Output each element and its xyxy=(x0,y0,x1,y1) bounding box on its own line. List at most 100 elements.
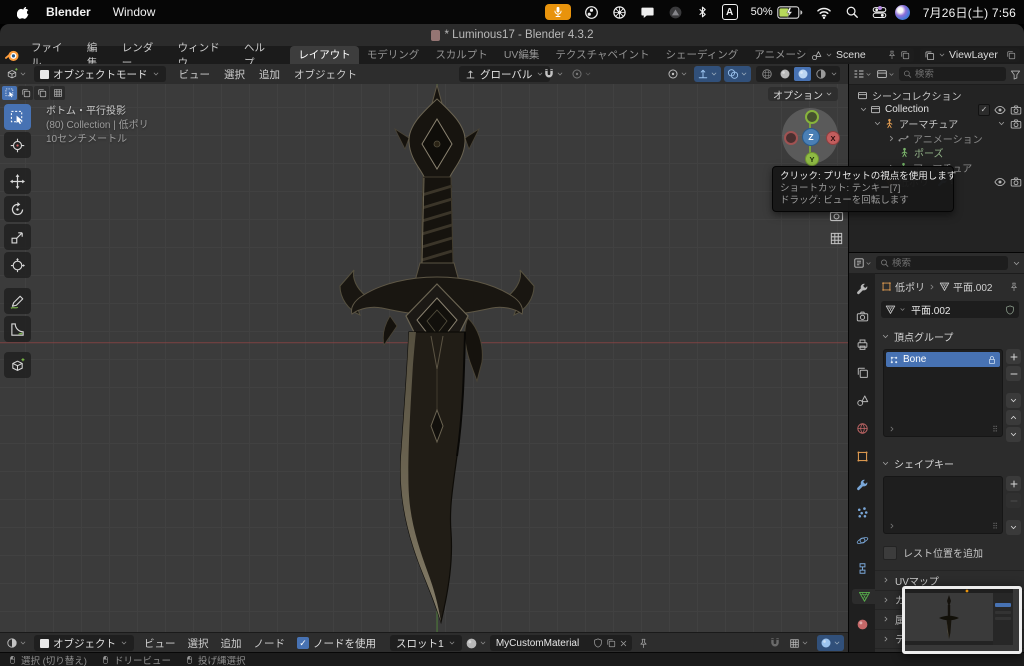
add-shape-key-button[interactable] xyxy=(1006,476,1021,491)
material-name-input[interactable] xyxy=(494,637,590,650)
blender-logo-icon[interactable] xyxy=(0,48,24,63)
overlay-dropdown[interactable] xyxy=(724,66,751,82)
mesh-name-input[interactable] xyxy=(909,303,997,316)
gizmo-axis-neg-y[interactable] xyxy=(805,110,819,124)
screen-share-preview[interactable] xyxy=(902,586,1022,654)
tab-object-properties[interactable] xyxy=(851,449,873,464)
tool-move[interactable] xyxy=(4,168,31,194)
3d-viewport[interactable]: ボトム・平行投影 (80) Collection | 低ポリ 10センチメートル… xyxy=(0,84,848,632)
wifi-icon[interactable] xyxy=(816,5,832,20)
shader-node-menu[interactable]: ノード xyxy=(248,636,292,651)
display-mode-dropdown[interactable] xyxy=(876,68,895,80)
list-grip-icon[interactable]: ⠿ xyxy=(992,522,998,531)
material-browse-dropdown[interactable] xyxy=(462,635,490,651)
tab-particle-properties[interactable] xyxy=(851,505,873,520)
remove-shape-key-button[interactable] xyxy=(1006,493,1021,508)
snap-dropdown[interactable] xyxy=(540,66,567,82)
tool-rotate[interactable] xyxy=(4,196,31,222)
render-visibility-icon[interactable] xyxy=(1010,176,1022,188)
tool-annotate[interactable] xyxy=(4,288,31,314)
vertex-groups-section-header[interactable]: 頂点グループ xyxy=(875,323,1024,347)
select-menu[interactable]: 選択 xyxy=(217,67,252,82)
menubar-clock[interactable]: 7月26日(土) 7:56 xyxy=(923,4,1016,21)
new-layer-icon[interactable] xyxy=(1006,50,1016,60)
tool-select-box[interactable] xyxy=(4,104,31,130)
bluetooth-icon[interactable] xyxy=(696,5,709,19)
chat-app-icon[interactable] xyxy=(640,5,655,20)
navigation-gizmo[interactable]: X Y Z xyxy=(782,108,838,164)
tab-data-properties[interactable] xyxy=(852,589,876,604)
outliner-row-pose[interactable]: ポーズ xyxy=(849,146,1024,160)
pivot-point-dropdown[interactable] xyxy=(664,66,691,82)
tab-viewlayer-properties[interactable] xyxy=(851,365,873,380)
tab-world-properties[interactable] xyxy=(851,421,873,436)
slot-dropdown[interactable]: スロット1 xyxy=(390,635,462,651)
shader-editor-dropdown[interactable] xyxy=(3,635,30,651)
eye-icon[interactable] xyxy=(994,104,1006,116)
chevron-down-icon[interactable] xyxy=(997,119,1006,128)
rest-position-checkbox[interactable] xyxy=(883,546,897,560)
battery-indicator[interactable]: 50% xyxy=(751,6,803,19)
pin-icon[interactable] xyxy=(887,50,897,60)
outliner-row-armature-object[interactable]: アーマチュア xyxy=(849,117,1024,131)
render-visibility-icon[interactable] xyxy=(1010,118,1022,130)
material-name-field[interactable] xyxy=(490,635,632,651)
shader-add-menu[interactable]: 追加 xyxy=(215,636,248,651)
tab-constraint-properties[interactable] xyxy=(851,561,873,576)
chevron-right-icon[interactable] xyxy=(887,134,896,143)
lock-icon[interactable] xyxy=(987,355,997,365)
chevron-right-icon[interactable] xyxy=(888,425,896,433)
shader-overlay-dropdown[interactable] xyxy=(817,635,844,651)
chevron-right-icon[interactable] xyxy=(888,522,896,530)
move-group-down-button[interactable] xyxy=(1006,427,1021,442)
spotlight-search-icon[interactable] xyxy=(845,5,859,19)
fake-user-shield-icon[interactable] xyxy=(1005,305,1015,315)
object-menu[interactable]: オブジェクト xyxy=(287,67,364,82)
tool-measure[interactable] xyxy=(4,316,31,342)
options-dropdown[interactable]: オプション xyxy=(768,87,838,101)
tool-add-cube[interactable] xyxy=(4,352,31,378)
list-grip-icon[interactable]: ⠿ xyxy=(992,425,998,434)
add-menu[interactable]: 追加 xyxy=(252,67,287,82)
move-group-up-button[interactable] xyxy=(1006,410,1021,425)
select-mode-new-button[interactable] xyxy=(2,86,17,100)
tab-shading[interactable]: シェーディング xyxy=(658,46,747,64)
eye-icon[interactable] xyxy=(994,176,1006,188)
vertex-group-list[interactable]: Bone ⠿ xyxy=(883,349,1003,437)
collection-checkbox[interactable]: ✓ xyxy=(978,104,990,116)
siri-icon[interactable] xyxy=(895,5,910,20)
shader-view-menu[interactable]: ビュー xyxy=(138,636,182,651)
gizmo-axis-x[interactable]: X xyxy=(826,131,840,145)
mic-status-button[interactable] xyxy=(545,4,571,20)
shape-keys-section-header[interactable]: シェイプキー xyxy=(875,450,1024,474)
tab-uv-editing[interactable]: UV編集 xyxy=(496,46,548,64)
breadcrumb-object[interactable]: 低ポリ xyxy=(895,279,925,294)
chevron-down-icon[interactable] xyxy=(859,105,868,114)
chevron-down-icon[interactable] xyxy=(1012,259,1021,268)
render-visibility-icon[interactable] xyxy=(1010,104,1022,116)
editor-type-dropdown[interactable] xyxy=(3,66,30,82)
shape-key-specials-button[interactable] xyxy=(1006,520,1021,535)
tab-sculpting[interactable]: スカルプト xyxy=(427,46,496,64)
vertex-group-item-bone[interactable]: Bone xyxy=(886,352,1000,367)
tool-cursor[interactable] xyxy=(4,132,31,158)
tool-scale[interactable] xyxy=(4,224,31,250)
rest-position-row[interactable]: レスト位置を追加 xyxy=(875,535,1024,566)
tab-physics-properties[interactable] xyxy=(851,533,873,548)
gizmo-axis-neg-x[interactable] xyxy=(784,131,798,145)
tab-output-properties[interactable] xyxy=(851,337,873,352)
outliner-search-input[interactable] xyxy=(915,69,1002,80)
pin-icon[interactable] xyxy=(1009,282,1019,292)
apple-menu-icon[interactable] xyxy=(12,5,34,20)
properties-editor-dropdown[interactable] xyxy=(853,257,872,269)
vertex-group-specials-button[interactable] xyxy=(1006,393,1021,408)
gizmo-axis-z[interactable]: Z xyxy=(802,128,820,146)
outliner-editor-dropdown[interactable] xyxy=(853,68,872,80)
control-center-icon[interactable] xyxy=(872,5,882,20)
tab-texture-paint[interactable]: テクスチャペイント xyxy=(547,46,657,64)
pin-icon[interactable] xyxy=(638,638,649,649)
view-layer-selector[interactable]: ViewLayer xyxy=(920,48,1020,62)
remove-vertex-group-button[interactable] xyxy=(1006,366,1021,381)
mesh-name-field[interactable] xyxy=(881,301,1019,318)
menubar-window-menu[interactable]: Window xyxy=(103,5,166,19)
